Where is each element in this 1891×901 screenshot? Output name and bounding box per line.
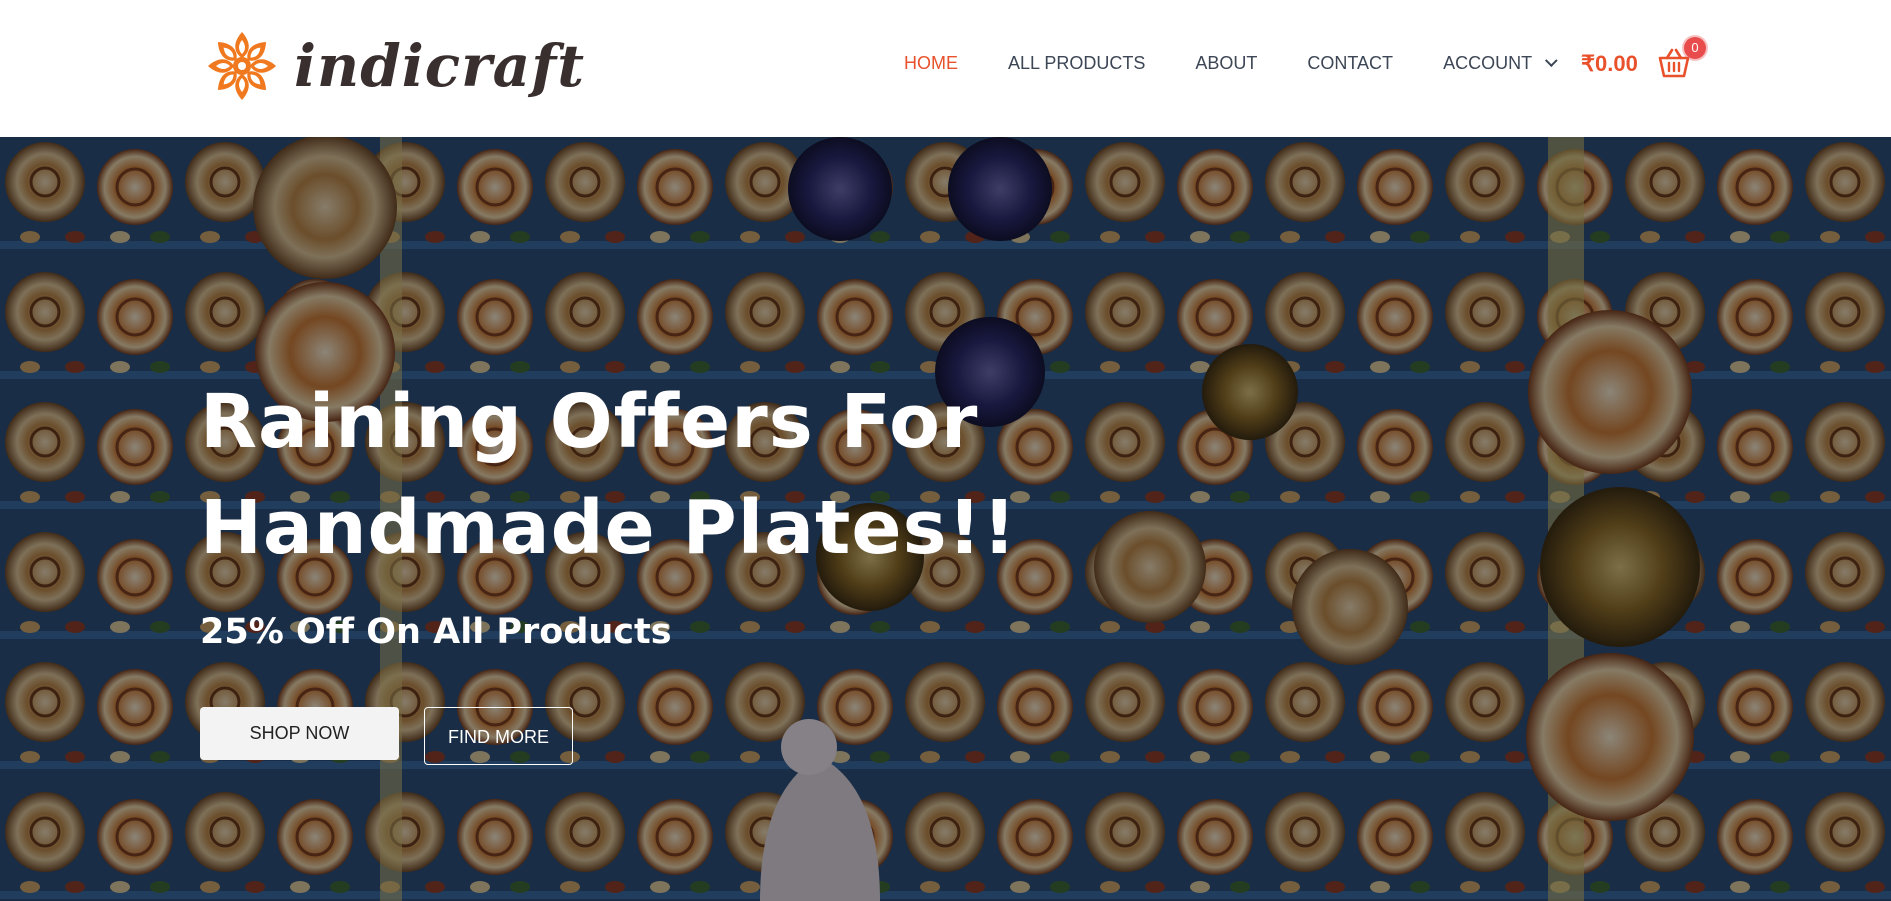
cart-count-badge: 0 xyxy=(1684,37,1706,59)
shop-now-button[interactable]: SHOP NOW xyxy=(200,707,399,760)
hero-title: Raining Offers For Handmade Plates!! xyxy=(200,369,1100,581)
nav-account[interactable]: ACCOUNT xyxy=(1443,53,1558,74)
hero-banner: Raining Offers For Handmade Plates!! 25%… xyxy=(0,137,1891,901)
nav-contact[interactable]: CONTACT xyxy=(1307,53,1393,74)
site-header: indicraft HOME ALL PRODUCTS ABOUT CONTAC… xyxy=(0,0,1891,137)
nav-all-products[interactable]: ALL PRODUCTS xyxy=(1008,53,1145,74)
nav-about[interactable]: ABOUT xyxy=(1195,53,1257,74)
site-logo[interactable]: indicraft xyxy=(204,28,585,104)
nav-account-label: ACCOUNT xyxy=(1443,53,1533,73)
mandala-flower-icon xyxy=(208,32,276,100)
hero-title-line-2: Handmade Plates!! xyxy=(200,485,1018,571)
find-more-button[interactable]: FIND MORE xyxy=(424,707,573,765)
cart-total[interactable]: ₹0.00 xyxy=(1581,51,1638,77)
main-nav: HOME ALL PRODUCTS ABOUT CONTACT ACCOUNT xyxy=(904,53,1603,74)
hero-title-line-1: Raining Offers For xyxy=(200,379,979,465)
chevron-down-icon xyxy=(1545,54,1558,68)
brand-name: indicraft xyxy=(294,32,585,100)
hero-subtitle: 25% Off On All Products xyxy=(200,612,672,652)
nav-home[interactable]: HOME xyxy=(904,53,958,74)
